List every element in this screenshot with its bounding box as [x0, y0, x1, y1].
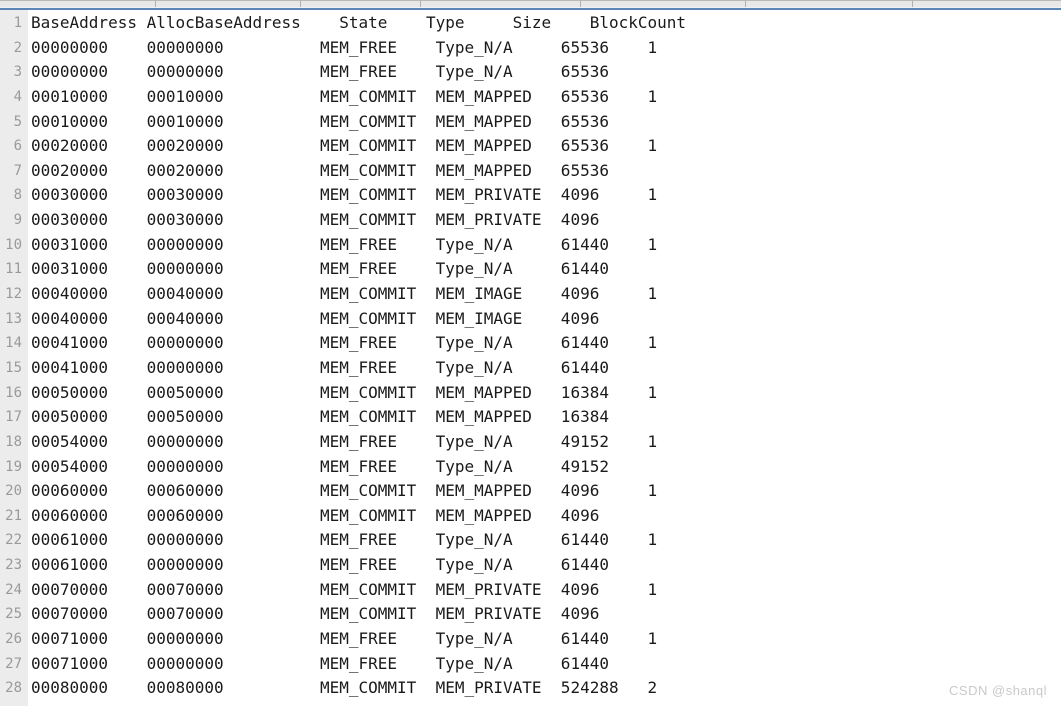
line-number: 18: [5, 433, 22, 450]
table-row: 00054000 00000000 MEM_FREE Type_N/A 4915…: [31, 456, 648, 476]
table-row: 00030000 00030000 MEM_COMMIT MEM_PRIVATE…: [31, 210, 648, 230]
line-number: 15: [5, 359, 22, 376]
line-number: 4: [13, 88, 22, 105]
line-number: 25: [5, 606, 22, 623]
table-row: 00010000 00010000 MEM_COMMIT MEM_MAPPED …: [31, 111, 648, 131]
table-row: 00070000 00070000 MEM_COMMIT MEM_PRIVATE…: [31, 579, 658, 599]
table-row: 00041000 00000000 MEM_FREE Type_N/A 6144…: [31, 357, 648, 377]
table-row: 00070000 00070000 MEM_COMMIT MEM_PRIVATE…: [31, 604, 648, 624]
table-row: 00054000 00000000 MEM_FREE Type_N/A 4915…: [31, 431, 658, 451]
line-number: 29: [0, 701, 22, 706]
table-row: 00010000 00010000 MEM_COMMIT MEM_MAPPED …: [31, 86, 658, 106]
table-row: 00050000 00050000 MEM_COMMIT MEM_MAPPED …: [31, 407, 648, 427]
line-number: 24: [5, 581, 22, 598]
table-row: 00000000 00000000 MEM_FREE Type_N/A 6553…: [31, 37, 658, 57]
tab-strip[interactable]: [0, 0, 1061, 8]
line-number: 16: [5, 384, 22, 401]
line-number: 6: [13, 138, 22, 155]
line-number: 5: [13, 113, 22, 130]
line-number: 21: [5, 507, 22, 524]
line-number: 22: [5, 532, 22, 549]
table-row: 00060000 00060000 MEM_COMMIT MEM_MAPPED …: [31, 505, 648, 525]
table-row: 00020000 00020000 MEM_COMMIT MEM_MAPPED …: [31, 160, 648, 180]
table-row: 00030000 00030000 MEM_COMMIT MEM_PRIVATE…: [31, 185, 658, 205]
line-number: 20: [5, 483, 22, 500]
table-row: 00041000 00000000 MEM_FREE Type_N/A 6144…: [31, 333, 658, 353]
line-number: 23: [5, 557, 22, 574]
line-number: 3: [13, 64, 22, 81]
table-row: 00071000 00000000 MEM_FREE Type_N/A 6144…: [31, 629, 658, 649]
table-row: 00040000 00040000 MEM_COMMIT MEM_IMAGE 4…: [31, 284, 658, 304]
line-number: 2: [13, 39, 22, 56]
table-row: 00031000 00000000 MEM_FREE Type_N/A 6144…: [31, 259, 648, 279]
table-header-row: BaseAddress AllocBaseAddress State Type …: [31, 13, 687, 32]
table-row: 00020000 00020000 MEM_COMMIT MEM_MAPPED …: [31, 136, 658, 156]
line-number: 19: [5, 458, 22, 475]
table-row: 00080000 00080000 MEM_COMMIT MEM_PRIVATE…: [31, 678, 658, 698]
code-content[interactable]: BaseAddress AllocBaseAddress State Type …: [31, 10, 1061, 706]
line-number: 7: [13, 162, 22, 179]
table-row: 00000000 00000000 MEM_FREE Type_N/A 6553…: [31, 62, 648, 82]
line-number: 13: [5, 310, 22, 327]
line-number: 11: [5, 261, 22, 278]
table-row: 00080000 00080000 MEM_COMMIT MEM_PRIVATE…: [31, 701, 1061, 706]
line-number: 1: [13, 15, 22, 31]
line-number-gutter: 1 2 3 4 5 6 7 8 9 10 11 12 13 14 15 16 17 18 19 20 21 22 23 24 2…: [0, 10, 28, 706]
text-editor[interactable]: 1 2 3 4 5 6 7 8 9 10 11 12 13 14 15 16 17 18 19 20 21 22 23 24 2…: [0, 10, 1061, 706]
line-number: 27: [5, 655, 22, 672]
line-number: 17: [5, 409, 22, 426]
line-number: 12: [5, 286, 22, 303]
line-number: 8: [13, 187, 22, 204]
table-row: 00040000 00040000 MEM_COMMIT MEM_IMAGE 4…: [31, 308, 648, 328]
line-number: 9: [13, 212, 22, 229]
table-row: 00061000 00000000 MEM_FREE Type_N/A 6144…: [31, 530, 658, 550]
table-row: 00071000 00000000 MEM_FREE Type_N/A 6144…: [31, 653, 648, 673]
table-row: 00060000 00060000 MEM_COMMIT MEM_MAPPED …: [31, 481, 658, 501]
line-number: 26: [5, 631, 22, 648]
csdn-watermark: CSDN @shanql: [949, 683, 1047, 698]
table-row: 00050000 00050000 MEM_COMMIT MEM_MAPPED …: [31, 382, 658, 402]
table-row: 00061000 00000000 MEM_FREE Type_N/A 6144…: [31, 555, 648, 575]
table-row: 00031000 00000000 MEM_FREE Type_N/A 6144…: [31, 234, 658, 254]
line-number: 14: [5, 335, 22, 352]
line-number: 10: [5, 236, 22, 253]
line-number-list: 1 2 3 4 5 6 7 8 9 10 11 12 13 14 15 16 17 18 19 20 21 22 23 24 2…: [0, 10, 22, 706]
line-number: 28: [5, 680, 22, 697]
